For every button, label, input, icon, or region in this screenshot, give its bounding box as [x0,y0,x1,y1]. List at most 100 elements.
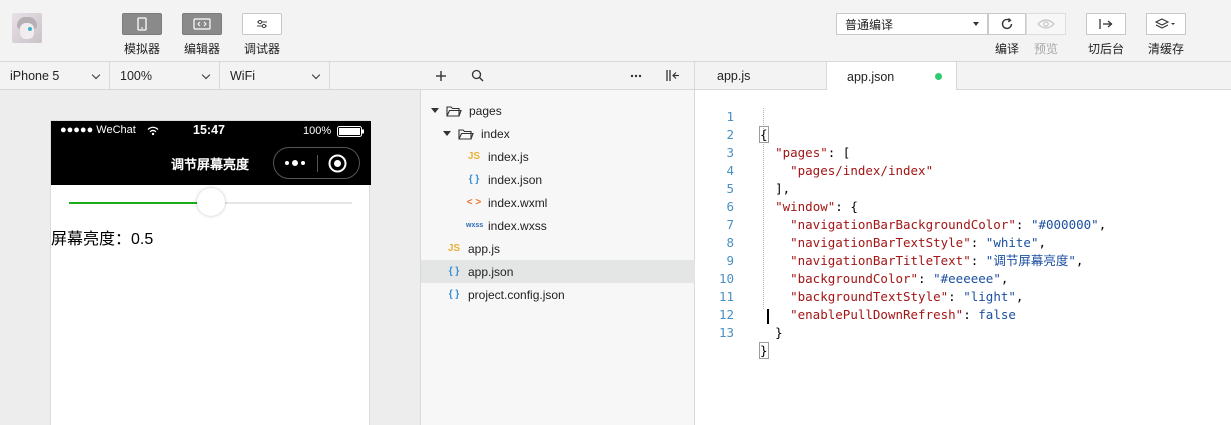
main-toolbar: 模拟器 编辑器 调试器 普通编译 编译 预览 切后台 清缓存 [0,0,1231,62]
battery-text: 100% [303,125,332,137]
zoom-value: 100% [120,69,152,83]
capsule-divider [317,155,318,172]
chevron-down-icon [91,70,101,80]
add-icon[interactable] [435,70,447,82]
tree-file-index-wxss[interactable]: wxss index.wxss [421,214,695,237]
modified-dot-icon [935,73,942,80]
wxml-file-icon: < > [466,197,482,208]
simulator-toggle-button[interactable] [122,13,162,35]
text-cursor [767,309,769,324]
tab-app-json[interactable]: app.json [826,62,957,91]
navigation-bar: 调节屏幕亮度 [51,141,371,185]
network-select[interactable]: WiFi [220,62,330,90]
tree-folder-pages[interactable]: pages [421,99,695,122]
explorer-header [421,62,695,90]
battery-icon [337,126,364,137]
collapse-panel-icon[interactable] [666,69,680,82]
code-line: 12 } [718,307,783,340]
caret-down-icon [973,22,979,26]
background-label: 切后台 [1088,42,1125,56]
clock-text: 15:47 [193,123,225,137]
user-avatar[interactable] [12,13,42,43]
code-icon [193,18,211,30]
js-file-icon: JS [447,243,461,254]
close-target-icon[interactable] [328,154,347,173]
compile-label: 编译 [995,42,1020,56]
search-icon[interactable] [471,69,484,82]
code-line: 1 { [726,109,769,143]
editor-label: 编辑器 [184,42,221,56]
json-file-icon: { } [448,289,460,300]
code-line: 5 "window": { [726,181,858,214]
tree-file-index-wxml[interactable]: < > index.wxml [421,191,695,214]
menu-capsule [273,147,360,179]
simulator-label: 模拟器 [124,42,161,56]
background-button[interactable] [1086,13,1126,35]
preview-button[interactable] [1026,13,1066,35]
code-line: 13 } [718,325,769,359]
json-file-icon: { } [468,174,480,185]
clear-cache-label: 清缓存 [1148,42,1185,56]
tab-label: app.json [847,69,895,84]
tree-label: project.config.json [468,287,565,302]
preview-label: 预览 [1034,42,1059,56]
switch-background-icon [1099,19,1113,29]
phone-screen: ●●●●● WeChat 15:47 100% 调节屏幕亮度 屏幕亮度：0.5 [50,120,371,425]
zoom-select[interactable]: 100% [110,62,220,90]
tree-file-app-js[interactable]: JS app.js [421,237,695,260]
carrier-text: ●●●●● WeChat [60,124,136,136]
code-line: 2 "pages": [ [726,127,851,160]
js-file-icon: JS [467,151,481,162]
slider-handle[interactable] [196,188,225,216]
code-line: 11 "enablePullDownRefresh": false [718,289,1016,322]
tree-label: pages [469,103,502,118]
folder-open-icon [446,105,462,117]
compile-mode-select[interactable]: 普通编译 [836,13,988,35]
network-value: WiFi [230,69,255,83]
compile-button[interactable] [988,13,1026,35]
code-line: 3 "pages/index/index" [726,145,934,178]
code-line: 8 "navigationBarTitleText": "调节屏幕亮度", [726,235,1084,268]
editor-tab-bar: app.js app.json [695,62,1231,91]
tree-file-project-config[interactable]: { } project.config.json [421,283,695,306]
tree-label: index.json [488,172,543,187]
tree-label: index.wxml [488,195,548,210]
file-explorer: pages index JS index.js { } index.json <… [421,90,695,425]
sliders-icon [257,19,267,29]
status-bar: ●●●●● WeChat 15:47 100% [51,121,371,141]
expand-triangle-icon [431,108,439,113]
tree-folder-index[interactable]: index [421,122,695,145]
brightness-value-text: 屏幕亮度：0.5 [51,231,154,248]
chevron-down-icon [201,70,211,80]
simulator-panel: ●●●●● WeChat 15:47 100% 调节屏幕亮度 屏幕亮度：0.5 [0,90,421,425]
tree-label: index.wxss [488,218,547,233]
folder-open-icon [458,128,474,140]
device-select[interactable]: iPhone 5 [0,62,110,90]
code-editor[interactable]: 1 { 2 "pages": [ 3 "pages/index/index" 4… [695,90,1231,425]
compile-mode-value: 普通编译 [845,17,894,32]
device-bar: iPhone 5 100% WiFi [0,62,421,90]
code-line: 4 ], [726,163,791,196]
tree-file-index-js[interactable]: JS index.js [421,145,695,168]
debugger-toggle-button[interactable] [242,13,282,35]
slider-fill [69,202,211,204]
chevron-down-icon [311,70,321,80]
more-dots-icon[interactable] [284,159,308,167]
tree-file-index-json[interactable]: { } index.json [421,168,695,191]
editor-toggle-button[interactable] [182,13,222,35]
layers-icon [1155,18,1175,29]
tab-label: app.js [717,69,751,83]
tree-label: app.js [468,241,501,256]
eye-icon [1037,19,1055,29]
refresh-icon [1001,18,1013,30]
code-line: 6 "navigationBarBackgroundColor": "#0000… [726,199,1107,232]
phone-icon [137,17,147,31]
clear-cache-button[interactable] [1146,13,1186,35]
tab-app-js[interactable]: app.js [695,62,826,90]
brightness-slider[interactable] [69,188,352,216]
tree-file-app-json[interactable]: { } app.json [421,260,695,283]
debugger-label: 调试器 [244,42,281,56]
json-file-icon: { } [448,266,460,277]
more-horizontal-icon[interactable] [630,74,642,78]
wifi-icon [147,126,159,136]
